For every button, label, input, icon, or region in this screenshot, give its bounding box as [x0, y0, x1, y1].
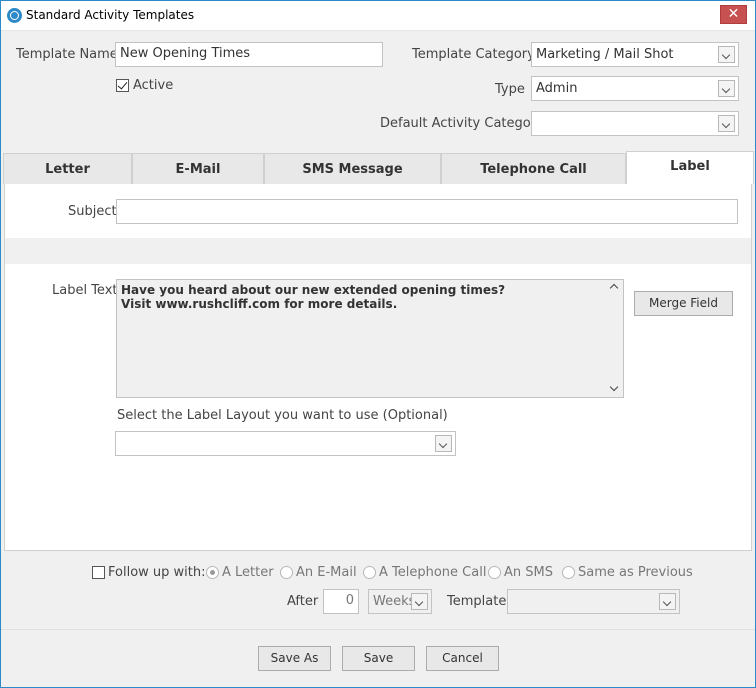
follow-up-label: Follow up with: [108, 565, 206, 580]
template-category-value: Marketing / Mail Shot [536, 47, 674, 62]
save-button[interactable]: Save [342, 646, 415, 671]
window-title: Standard Activity Templates [26, 8, 195, 22]
chevron-down-icon[interactable] [718, 80, 735, 97]
active-label: Active [133, 78, 174, 93]
unit-value: Weeks [373, 594, 416, 609]
scroll-up-icon[interactable] [609, 283, 619, 293]
template-category-select[interactable]: Marketing / Mail Shot [531, 42, 739, 67]
type-select[interactable]: Admin [531, 76, 739, 101]
chevron-down-icon[interactable] [435, 435, 452, 452]
type-value: Admin [536, 81, 578, 96]
dialog-window: Standard Activity Templates ✕ Template N… [0, 0, 756, 688]
tab-telephone-call[interactable]: Telephone Call [441, 153, 626, 184]
default-activity-category-select[interactable] [531, 111, 739, 136]
active-checkbox[interactable] [116, 79, 129, 92]
radio-same-as-previous-label: Same as Previous [578, 565, 693, 580]
radio-an-email-label: An E-Mail [296, 565, 357, 580]
section-divider [5, 238, 751, 264]
radio-an-email[interactable] [280, 566, 293, 579]
follow-up-template-select[interactable] [507, 589, 680, 614]
radio-an-sms-label: An SMS [504, 565, 553, 580]
radio-a-telephone-call-label: A Telephone Call [379, 565, 487, 580]
type-label: Type [495, 82, 525, 97]
footer-divider [1, 629, 755, 630]
unit-select[interactable]: Weeks [368, 589, 432, 614]
save-as-button[interactable]: Save As [258, 646, 331, 671]
title-bar: Standard Activity Templates ✕ [1, 1, 755, 31]
radio-an-sms[interactable] [488, 566, 501, 579]
template-name-label: Template Name [16, 47, 118, 62]
label-text-label: Label Text [52, 283, 118, 298]
label-tab-panel: Subject Label Text Have you heard about … [4, 184, 752, 551]
tab-letter[interactable]: Letter [3, 153, 132, 184]
label-layout-prompt: Select the Label Layout you want to use … [117, 408, 448, 423]
after-label: After [287, 594, 319, 609]
scrollbar[interactable] [608, 281, 622, 396]
template-name-input[interactable]: New Opening Times [115, 42, 383, 67]
chevron-down-icon[interactable] [659, 593, 676, 610]
template-category-label: Template Category [412, 47, 535, 62]
subject-input[interactable] [116, 199, 738, 224]
tab-strip: Letter E-Mail SMS Message Telephone Call… [3, 151, 755, 184]
merge-field-button[interactable]: Merge Field [634, 291, 733, 316]
label-text-line-2: Visit www.rushcliff.com for more details… [121, 297, 398, 311]
label-text-line-1: Have you heard about our new extended op… [121, 283, 506, 297]
label-layout-select[interactable] [115, 431, 456, 456]
cancel-button[interactable]: Cancel [426, 646, 499, 671]
chevron-down-icon[interactable] [411, 593, 428, 610]
follow-up-checkbox[interactable] [92, 566, 105, 579]
after-value-input[interactable]: 0 [323, 589, 359, 614]
tab-email[interactable]: E-Mail [132, 153, 264, 184]
tab-sms-message[interactable]: SMS Message [264, 153, 441, 184]
close-icon[interactable]: ✕ [720, 5, 747, 24]
subject-label: Subject [68, 204, 117, 219]
label-text-area[interactable]: Have you heard about our new extended op… [116, 279, 624, 398]
default-activity-category-label: Default Activity Category [380, 116, 544, 131]
scroll-down-icon[interactable] [609, 382, 619, 392]
radio-a-telephone-call[interactable] [363, 566, 376, 579]
radio-a-letter-label: A Letter [222, 565, 274, 580]
radio-a-letter[interactable] [206, 566, 219, 579]
radio-same-as-previous[interactable] [562, 566, 575, 579]
app-icon [7, 8, 22, 23]
template-label: Template [447, 594, 507, 609]
chevron-down-icon[interactable] [718, 115, 735, 132]
tab-label[interactable]: Label [626, 151, 754, 184]
chevron-down-icon[interactable] [718, 46, 735, 63]
